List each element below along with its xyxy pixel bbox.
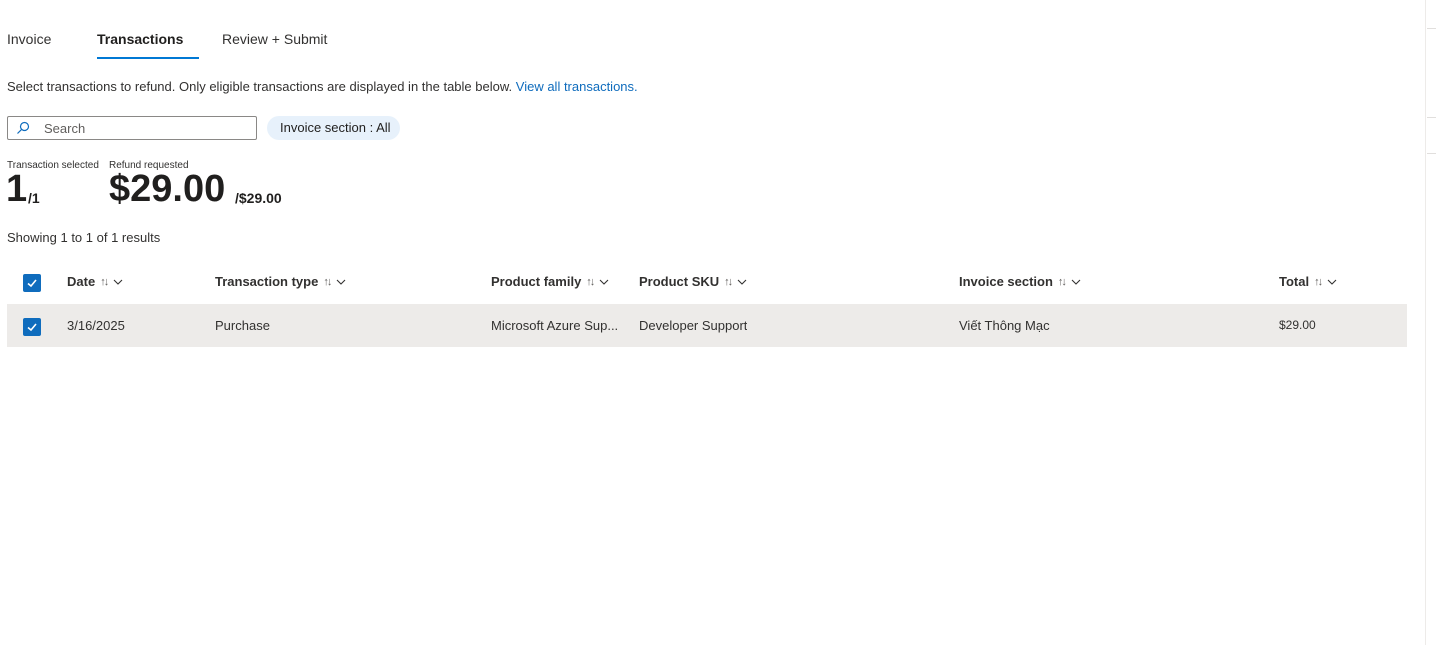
column-header-total[interactable]: Total ↑↓ (1279, 274, 1337, 289)
results-count: Showing 1 to 1 of 1 results (7, 230, 161, 245)
tab-invoice-label: Invoice (7, 31, 52, 47)
column-header-transaction-type[interactable]: Transaction type ↑↓ (215, 274, 346, 289)
cell-total: $29.00 (1279, 318, 1316, 332)
sort-icon[interactable]: ↑↓ (100, 276, 109, 288)
scrollbar-thumb[interactable] (1427, 28, 1436, 118)
column-transaction-type-label: Transaction type (215, 274, 319, 289)
search-input[interactable]: Search (7, 116, 257, 140)
sort-icon[interactable]: ↑↓ (323, 276, 332, 288)
sort-icon[interactable]: ↑↓ (586, 276, 595, 288)
chevron-down-icon[interactable] (1327, 277, 1337, 287)
row-checkbox[interactable] (23, 318, 41, 336)
table-header: Date ↑↓ Transaction type ↑↓ Product fami… (7, 262, 1407, 302)
tab-transactions[interactable]: Transactions (97, 27, 199, 59)
cell-invoice-section: Viết Thông Mạc (959, 318, 1050, 333)
active-tab-indicator (97, 57, 199, 59)
scrollbar-divider (1427, 153, 1436, 154)
sort-icon[interactable]: ↑↓ (1058, 276, 1067, 288)
column-product-family-label: Product family (491, 274, 582, 289)
column-total-label: Total (1279, 274, 1310, 289)
sort-icon[interactable]: ↑↓ (724, 276, 733, 288)
chevron-down-icon[interactable] (1071, 277, 1081, 287)
select-all-checkbox[interactable] (23, 274, 41, 292)
transaction-selected-total: /1 (28, 190, 40, 206)
search-icon (16, 121, 30, 135)
chevron-down-icon[interactable] (336, 277, 346, 287)
tab-invoice[interactable]: Invoice (7, 27, 51, 59)
column-header-product-family[interactable]: Product family ↑↓ (491, 274, 609, 289)
column-date-label: Date (67, 274, 96, 289)
tab-review-submit[interactable]: Review + Submit (222, 27, 327, 59)
table-row[interactable]: 3/16/2025 Purchase Microsoft Azure Sup..… (7, 304, 1407, 347)
cell-product-sku: Developer Support (639, 318, 748, 333)
column-header-product-sku[interactable]: Product SKU ↑↓ (639, 274, 747, 289)
chevron-down-icon[interactable] (737, 277, 747, 287)
chevron-down-icon[interactable] (113, 277, 123, 287)
cell-product-family: Microsoft Azure Sup... (491, 318, 619, 333)
search-placeholder: Search (44, 121, 86, 136)
checkmark-icon (27, 279, 37, 288)
refund-requested-value: $29.00 (109, 168, 226, 210)
sort-icon[interactable]: ↑↓ (1314, 276, 1323, 288)
checkmark-icon (27, 323, 37, 332)
instructions-text: Select transactions to refund. Only elig… (7, 79, 638, 94)
refund-requested-total: /$29.00 (235, 190, 282, 206)
cell-transaction-type: Purchase (215, 318, 270, 333)
instructions-body: Select transactions to refund. Only elig… (7, 79, 513, 94)
transaction-selected-value: 1 (6, 168, 28, 210)
chevron-down-icon[interactable] (599, 277, 609, 287)
view-all-transactions-link[interactable]: View all transactions. (516, 79, 638, 94)
cell-date: 3/16/2025 (67, 318, 125, 333)
column-invoice-section-label: Invoice section (959, 274, 1053, 289)
column-product-sku-label: Product SKU (639, 274, 720, 289)
tab-review-submit-label: Review + Submit (222, 31, 328, 47)
column-header-date[interactable]: Date ↑↓ (67, 274, 123, 289)
tab-transactions-label: Transactions (97, 31, 184, 47)
invoice-section-filter[interactable]: Invoice section : All (267, 116, 400, 140)
column-header-invoice-section[interactable]: Invoice section ↑↓ (959, 274, 1081, 289)
